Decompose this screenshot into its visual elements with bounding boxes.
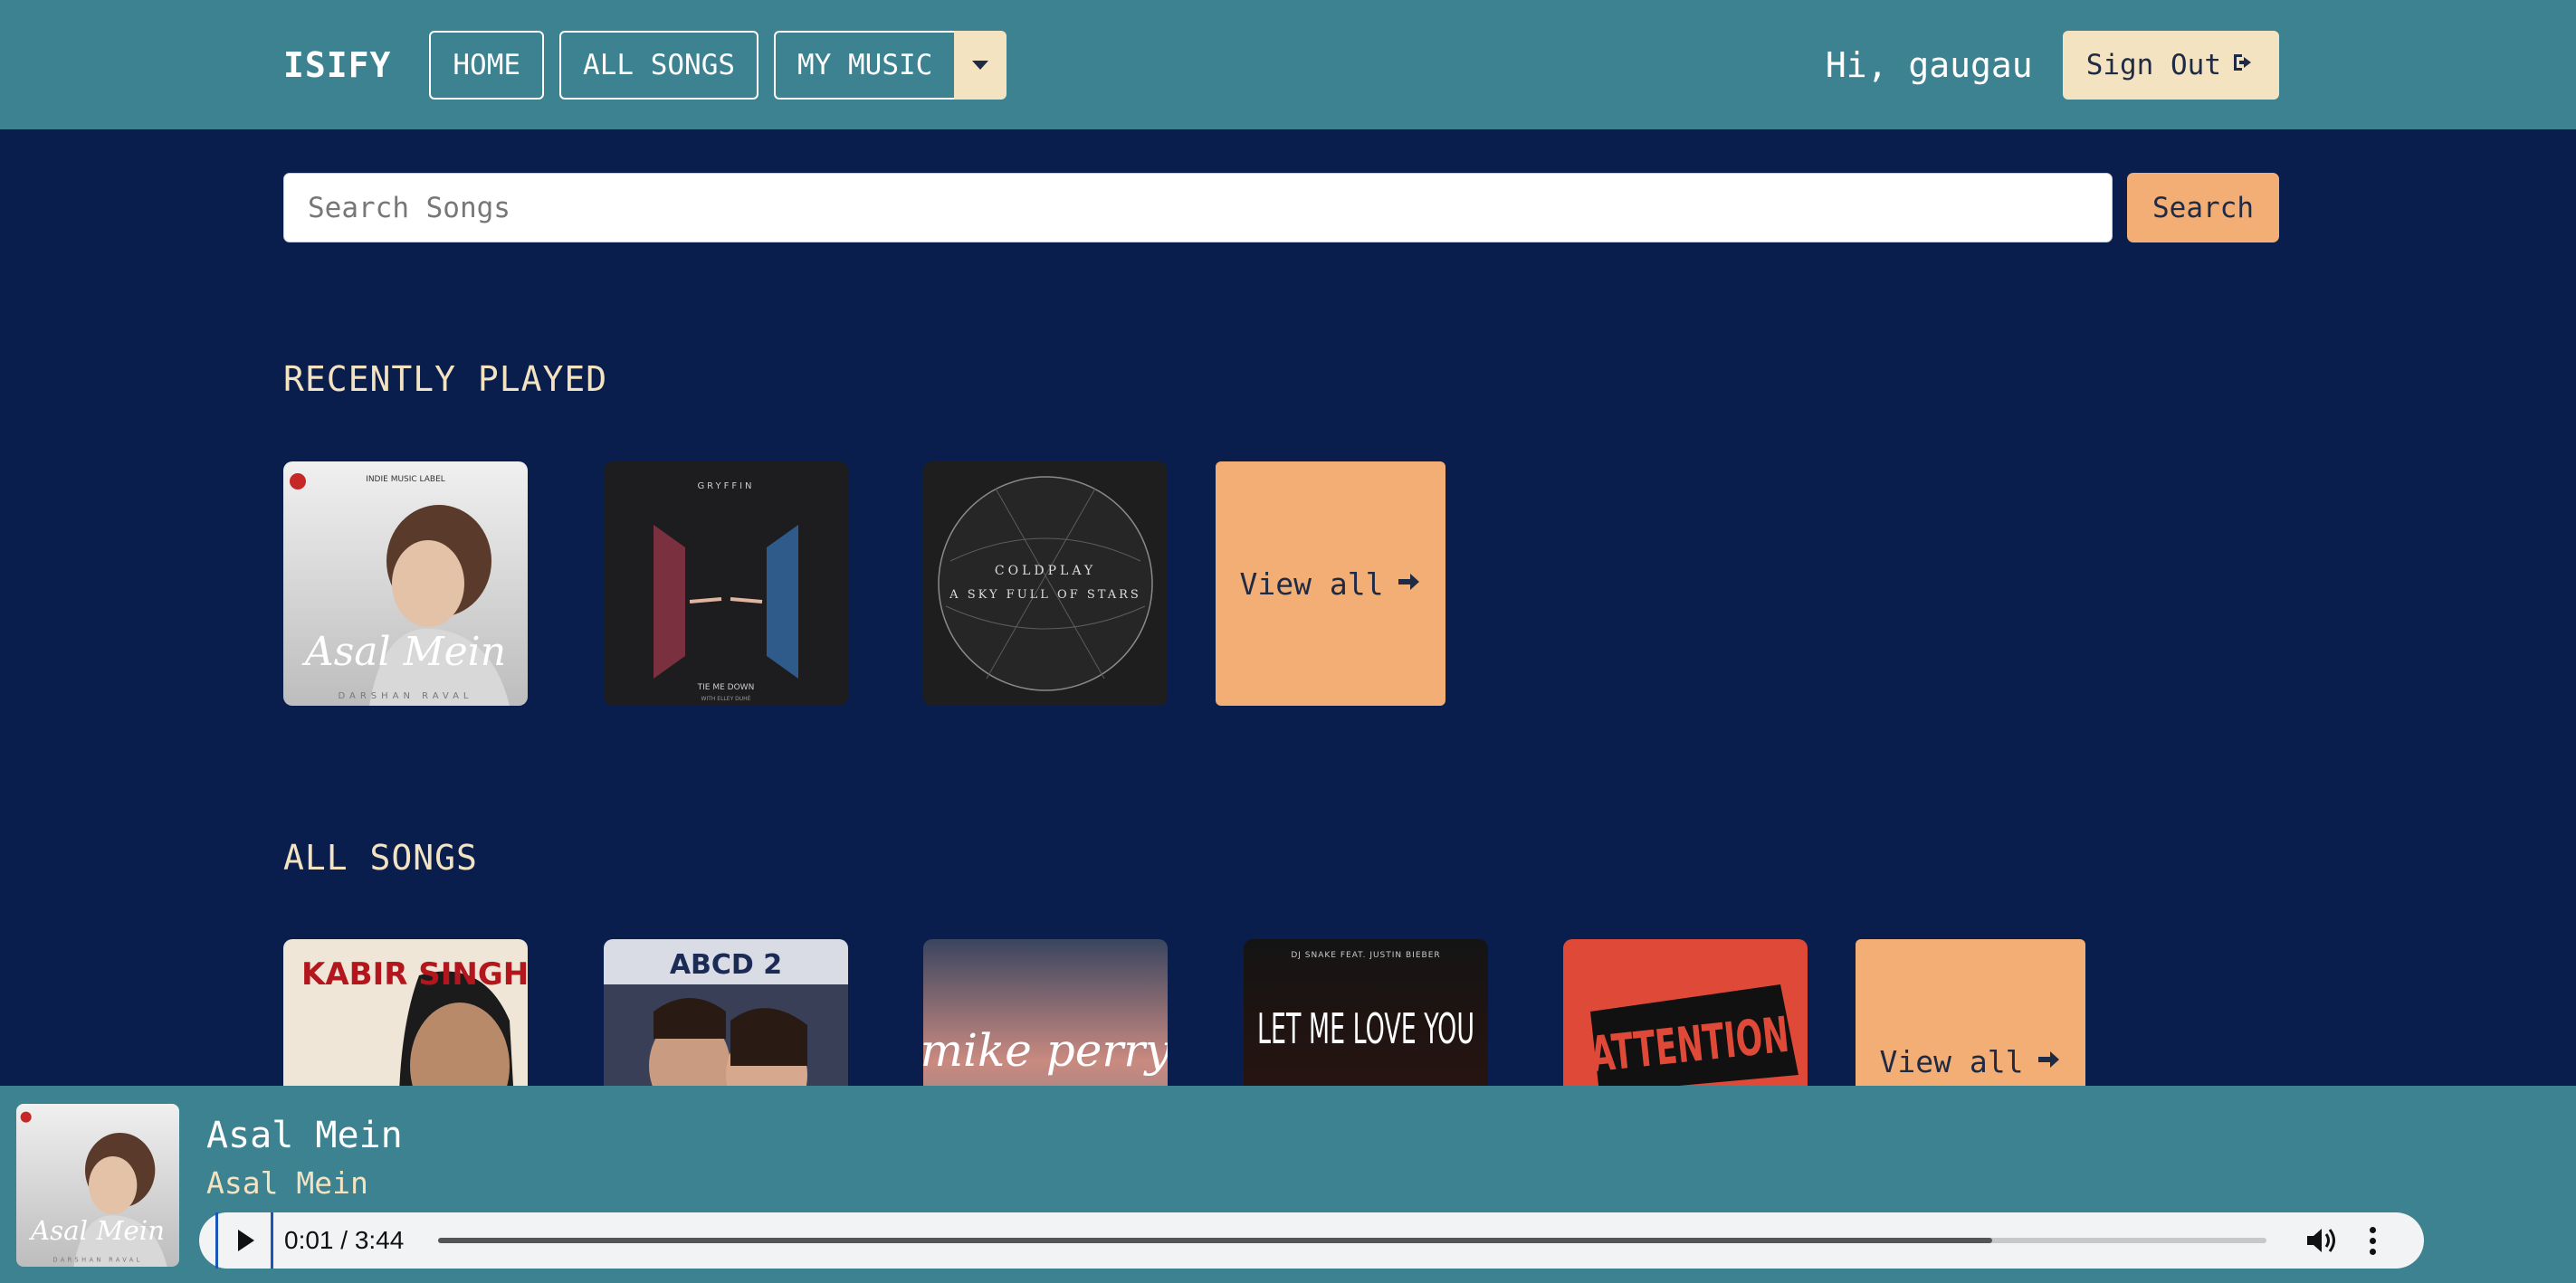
search-button[interactable]: Search <box>2127 173 2279 242</box>
cover-artist: DARSHAN RAVAL <box>338 691 472 701</box>
search-bar: Search <box>283 173 2279 242</box>
cover-artist: WITH ELLEY DUHÉ <box>701 695 751 702</box>
search-input[interactable] <box>283 173 2113 242</box>
cover-label: DJ SNAKE FEAT. JUSTIN BIEBER <box>1291 951 1440 960</box>
playback-time: 0:01 / 3:44 <box>284 1226 405 1254</box>
player-bar: Asal Mein DARSHAN RAVAL Asal Mein Asal M… <box>0 1086 2576 1283</box>
cover-title: Asal Mein <box>28 1215 165 1246</box>
seek-bar[interactable] <box>438 1238 2266 1243</box>
play-button[interactable] <box>215 1212 273 1269</box>
arrow-right-icon <box>2036 1044 2061 1079</box>
view-all-label: View all <box>1239 565 1384 602</box>
play-icon <box>238 1230 254 1251</box>
sign-out-icon <box>2232 50 2256 80</box>
volume-icon[interactable] <box>2303 1222 2339 1259</box>
navbar: ISIFY HOME ALL SONGS MY MUSIC Hi, gaugau… <box>0 0 2576 129</box>
cover-label: COLDPLAY <box>995 564 1096 578</box>
cover-title: A SKY FULL OF STARS <box>949 588 1141 602</box>
nav-all-songs-button[interactable]: ALL SONGS <box>559 30 759 100</box>
audio-player: 0:01 / 3:44 <box>199 1212 2424 1269</box>
my-music-split-button: MY MUSIC <box>774 30 1007 100</box>
brand-logo[interactable]: ISIFY <box>283 45 391 85</box>
seek-bar-fill <box>438 1238 1992 1243</box>
sign-out-label: Sign Out <box>2085 48 2221 81</box>
cover-label: GRYFFIN <box>697 481 754 491</box>
now-playing-cover: Asal Mein DARSHAN RAVAL <box>16 1104 179 1267</box>
now-playing-artist: Asal Mein <box>206 1165 368 1201</box>
recent-song-a-sky-full-of-stars[interactable]: COLDPLAY A SKY FULL OF STARS <box>923 461 1168 706</box>
arrow-right-icon <box>1396 566 1421 602</box>
recently-played-view-all-button[interactable]: View all <box>1216 461 1445 706</box>
cover-title: mike perry <box>923 1024 1168 1077</box>
nav-my-music-button[interactable]: MY MUSIC <box>774 30 955 100</box>
caret-down-icon <box>972 60 989 70</box>
user-greeting: Hi, gaugau <box>1825 44 2033 85</box>
cover-artist: DARSHAN RAVAL <box>52 1257 142 1264</box>
recent-song-tie-me-down[interactable]: GRYFFIN TIE ME DOWN WITH ELLEY DUHÉ <box>604 461 848 706</box>
cover-title: TIE ME DOWN <box>697 683 755 692</box>
cover-title: ABCD 2 <box>670 949 782 981</box>
my-music-dropdown-toggle[interactable] <box>954 30 1007 100</box>
cover-title: KABIR SINGH <box>301 956 528 993</box>
cover-title: LET ME LOVE YOU <box>1257 1004 1474 1053</box>
sign-out-button[interactable]: Sign Out <box>2062 30 2279 100</box>
all-songs-title: ALL SONGS <box>283 838 478 878</box>
view-all-label: View all <box>1879 1043 2024 1079</box>
recent-song-asal-mein[interactable]: INDIE MUSIC LABEL Asal Mein DARSHAN RAVA… <box>283 461 528 706</box>
now-playing-title: Asal Mein <box>206 1115 403 1156</box>
more-options-icon[interactable] <box>2370 1226 2376 1255</box>
cover-label: INDIE MUSIC LABEL <box>366 475 445 484</box>
cover-title: Asal Mein <box>301 629 506 675</box>
nav-home-button[interactable]: HOME <box>429 30 545 100</box>
recently-played-title: RECENTLY PLAYED <box>283 359 608 399</box>
